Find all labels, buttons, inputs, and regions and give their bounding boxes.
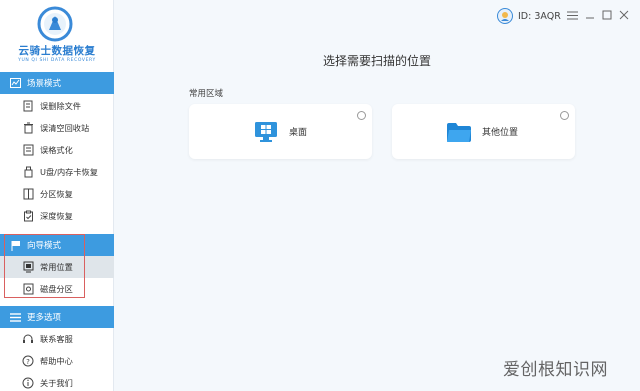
section-more-options: 更多选项: [0, 306, 114, 328]
radio-button[interactable]: [560, 111, 569, 120]
sidebar-item-deep-recovery[interactable]: 深度恢复: [0, 205, 114, 227]
sidebar-item-label: 常用位置: [40, 262, 73, 272]
watermark-text: 爱创根知识网: [503, 360, 608, 380]
common-location-icon: [22, 261, 34, 273]
partition-icon: [22, 188, 34, 200]
about-icon: [22, 377, 34, 389]
logo-title: 云骑士数据恢复: [18, 45, 96, 57]
help-icon: ?: [22, 355, 34, 367]
app-logo: 云骑士数据恢复 YUN QI SHI DATA RECOVERY: [0, 0, 114, 70]
sidebar-item-help-center[interactable]: ? 帮助中心: [0, 350, 114, 372]
knight-logo-icon: [37, 6, 73, 42]
scene-mode-icon: [9, 77, 21, 89]
sidebar-item-label: U盘/内存卡恢复: [40, 167, 98, 177]
minimize-button[interactable]: [584, 9, 596, 21]
svg-text:?: ?: [26, 358, 30, 366]
close-icon: [619, 10, 629, 20]
sidebar-item-usb-card[interactable]: U盘/内存卡恢复: [0, 161, 114, 183]
sidebar-item-about-us[interactable]: 关于我们: [0, 372, 114, 391]
card-label: 其他位置: [482, 128, 519, 138]
sidebar: 云骑士数据恢复 YUN QI SHI DATA RECOVERY 场景模式 误删…: [0, 0, 114, 391]
maximize-button[interactable]: [601, 9, 613, 21]
section-label: 场景模式: [27, 79, 62, 89]
close-button[interactable]: [618, 9, 630, 21]
radio-button[interactable]: [357, 111, 366, 120]
sidebar-item-label: 联系客服: [40, 334, 73, 344]
avatar-icon: [497, 8, 513, 24]
section-scene-mode: 场景模式: [0, 72, 114, 94]
sidebar-item-partition[interactable]: 分区恢复: [0, 183, 114, 205]
recycle-bin-icon: [22, 122, 34, 134]
location-card-other[interactable]: 其他位置: [392, 104, 575, 159]
sidebar-item-contact-support[interactable]: 联系客服: [0, 328, 114, 350]
section-label: 更多选项: [27, 313, 62, 323]
section-wizard-mode: 向导模式: [0, 234, 114, 256]
sidebar-item-label: 帮助中心: [40, 356, 73, 366]
menu-button[interactable]: [566, 9, 578, 21]
headset-icon: [22, 333, 34, 345]
location-card-desktop[interactable]: 桌面: [189, 104, 372, 159]
format-icon: [22, 144, 34, 156]
sidebar-item-label: 误删除文件: [40, 101, 81, 111]
hamburger-icon: [566, 11, 578, 19]
sidebar-item-label: 深度恢复: [40, 211, 73, 221]
logo-subtitle: YUN QI SHI DATA RECOVERY: [18, 58, 96, 63]
sidebar-item-label: 磁盘分区: [40, 284, 73, 294]
usb-card-icon: [22, 166, 34, 178]
desktop-icon: [253, 120, 279, 144]
sidebar-item-label: 关于我们: [40, 378, 73, 388]
sidebar-item-common-location[interactable]: 常用位置: [0, 256, 114, 278]
wizard-flag-icon: [9, 239, 21, 251]
user-id-badge[interactable]: ID: 3AQR: [497, 7, 561, 25]
page-title: 选择需要扫描的位置: [322, 54, 431, 68]
disk-partition-icon: [22, 283, 34, 295]
menu-lines-icon: [9, 311, 21, 323]
area-label: 常用区域: [189, 89, 224, 99]
sidebar-item-label: 误格式化: [40, 145, 73, 155]
sidebar-item-label: 误清空回收站: [40, 123, 90, 133]
sidebar-item-label: 分区恢复: [40, 189, 73, 199]
sidebar-item-deleted-files[interactable]: 误删除文件: [0, 95, 114, 117]
sidebar-item-recycle-bin[interactable]: 误清空回收站: [0, 117, 114, 139]
sidebar-item-format[interactable]: 误格式化: [0, 139, 114, 161]
sidebar-item-disk-partition[interactable]: 磁盘分区: [0, 278, 114, 300]
deep-recovery-icon: [22, 210, 34, 222]
user-id-text: ID: 3AQR: [518, 10, 561, 22]
folder-icon: [446, 120, 472, 144]
card-label: 桌面: [289, 128, 308, 138]
maximize-icon: [602, 10, 612, 20]
deleted-file-icon: [22, 100, 34, 112]
section-label: 向导模式: [27, 241, 62, 251]
minimize-icon: [586, 17, 594, 19]
